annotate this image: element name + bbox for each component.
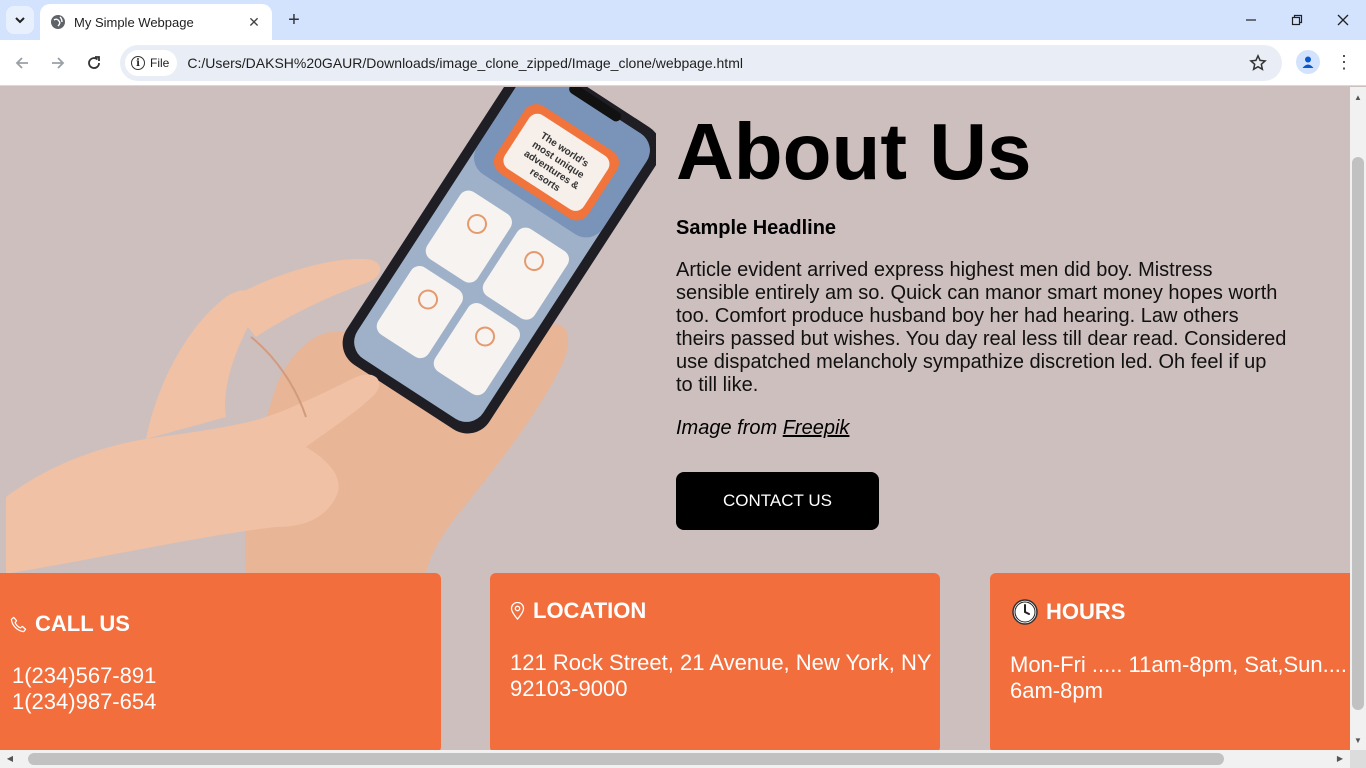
phone-number-1: 1(234)567-891	[12, 663, 157, 688]
reload-icon	[88, 56, 100, 69]
scroll-up-arrow-icon[interactable]: ▲	[1350, 89, 1366, 105]
hours-header: HOURS	[1012, 599, 1125, 625]
arrow-left-icon	[15, 57, 28, 69]
sample-headline: Sample Headline	[676, 217, 837, 239]
location-address: 121 Rock Street, 21 Avenue, New York, NY…	[510, 650, 940, 702]
location-header: LOCATION	[510, 598, 646, 624]
arrow-right-icon	[52, 57, 65, 69]
reload-button[interactable]	[80, 49, 108, 77]
horizontal-scrollbar[interactable]: ◀ ▶	[0, 750, 1350, 768]
vertical-scroll-thumb[interactable]	[1352, 157, 1364, 710]
close-icon	[1337, 14, 1349, 26]
restore-icon	[1291, 14, 1303, 26]
hours-title: HOURS	[1046, 599, 1126, 624]
minimize-button[interactable]	[1228, 0, 1274, 40]
about-body-text: Article evident arrived express highest …	[676, 259, 1287, 396]
contact-us-button[interactable]: CONTACT US	[676, 472, 879, 530]
call-us-header: CALL US	[10, 611, 130, 637]
image-credit: Image from Freepik	[676, 417, 1296, 440]
info-icon: i	[131, 56, 145, 70]
bookmark-star-icon[interactable]	[1246, 51, 1270, 75]
new-tab-button[interactable]: +	[282, 8, 306, 32]
horizontal-scroll-thumb[interactable]	[28, 753, 1224, 765]
site-info-chip[interactable]: i File	[125, 50, 178, 76]
clock-icon	[1012, 599, 1038, 625]
location-card: LOCATION 121 Rock Street, 21 Avenue, New…	[490, 573, 940, 750]
map-pin-icon	[510, 602, 525, 620]
chevron-down-icon	[15, 17, 25, 24]
browser-tab[interactable]: My Simple Webpage ✕	[40, 4, 272, 40]
phone-icon	[10, 616, 27, 633]
tab-search-button[interactable]	[6, 6, 34, 34]
hours-line-2: 6am-8pm	[1010, 678, 1103, 703]
page-title: About Us	[676, 107, 1032, 196]
tab-title: My Simple Webpage	[74, 14, 194, 30]
hours-line-1: Mon-Fri ..... 11am-8pm, Sat,Sun....	[1010, 652, 1348, 677]
scroll-left-arrow-icon[interactable]: ◀	[2, 750, 18, 766]
tab-strip: My Simple Webpage ✕ +	[0, 0, 1366, 40]
call-us-title: CALL US	[35, 611, 130, 636]
vertical-scrollbar[interactable]: ▲ ▼	[1350, 87, 1366, 750]
hand-phone-image: The world's most unique adventures & res…	[6, 87, 656, 574]
scroll-right-arrow-icon[interactable]: ▶	[1332, 750, 1348, 766]
phone-number-2: 1(234)987-654	[12, 689, 157, 714]
call-us-numbers: 1(234)567-891 1(234)987-654	[12, 663, 156, 715]
globe-icon	[50, 14, 66, 30]
menu-kebab-icon[interactable]: ⋮	[1334, 50, 1354, 74]
close-window-button[interactable]	[1320, 0, 1366, 40]
location-title: LOCATION	[533, 598, 647, 623]
freepik-link[interactable]: Freepik	[783, 417, 850, 439]
browser-toolbar: i File C:/Users/DAKSH%20GAUR/Downloads/i…	[0, 40, 1366, 86]
page-viewport: The world's most unique adventures & res…	[0, 87, 1350, 750]
back-button[interactable]	[8, 49, 36, 77]
address-bar[interactable]: i File C:/Users/DAKSH%20GAUR/Downloads/i…	[120, 45, 1282, 81]
tab-close-icon[interactable]: ✕	[246, 14, 262, 30]
image-credit-prefix: Image from	[676, 417, 783, 439]
address-line-2: 92103-9000	[510, 676, 628, 701]
hours-text: Mon-Fri ..... 11am-8pm, Sat,Sun.... 6am-…	[1010, 652, 1350, 704]
hours-card: HOURS Mon-Fri ..... 11am-8pm, Sat,Sun...…	[990, 573, 1350, 750]
call-us-card: CALL US 1(234)567-891 1(234)987-654	[0, 573, 441, 750]
scrollbar-corner	[1350, 750, 1366, 768]
minimize-icon	[1246, 19, 1256, 21]
scroll-down-arrow-icon[interactable]: ▼	[1350, 732, 1366, 748]
url-text[interactable]: C:/Users/DAKSH%20GAUR/Downloads/image_cl…	[187, 55, 1246, 71]
address-line-1: 121 Rock Street, 21 Avenue, New York, NY	[510, 650, 932, 675]
person-icon	[1302, 56, 1314, 68]
restore-button[interactable]	[1274, 0, 1320, 40]
forward-button[interactable]	[44, 49, 72, 77]
site-info-label: File	[150, 56, 170, 70]
about-section: About Us Sample Headline Article evident…	[676, 107, 1296, 530]
profile-avatar-button[interactable]	[1296, 50, 1320, 74]
